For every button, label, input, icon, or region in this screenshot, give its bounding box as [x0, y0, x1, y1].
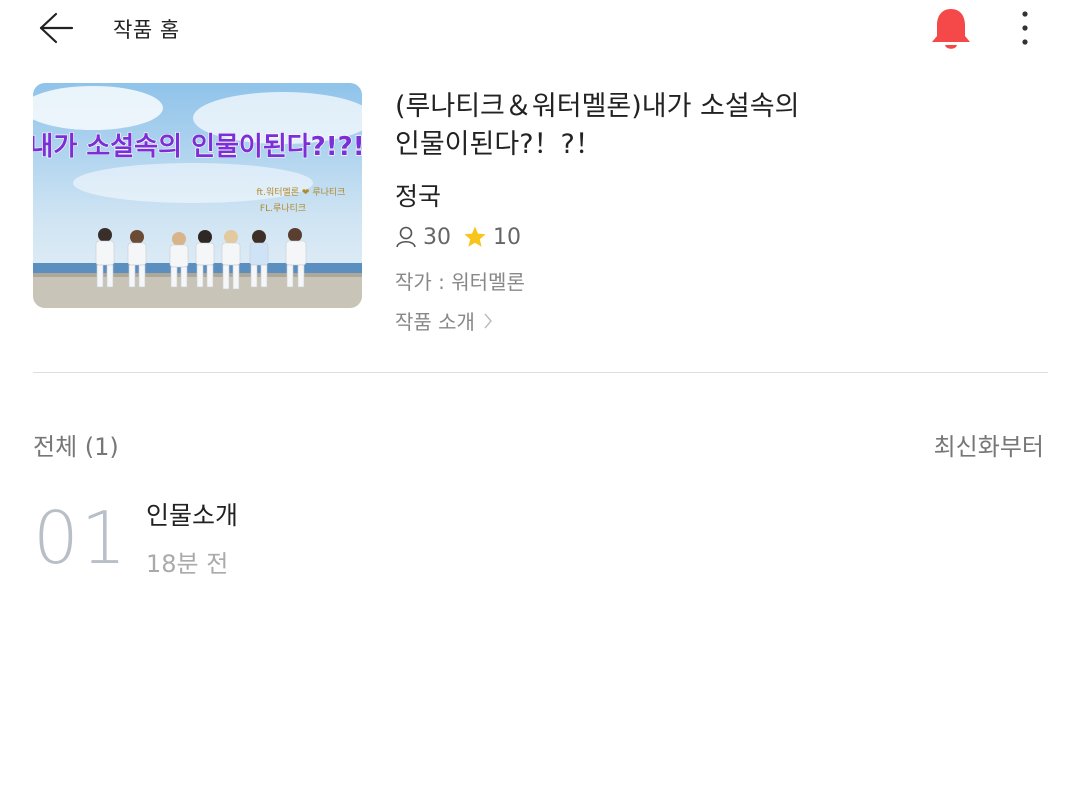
back-button[interactable]: [36, 10, 76, 46]
cover-caption-line1: ft.워터멜론 ❤ 루나티크: [257, 186, 346, 198]
cover-banner-text: 내가 소설속의 인물이된다?!?!: [33, 132, 362, 162]
sort-order-button[interactable]: 최신화부터: [934, 427, 1044, 462]
work-intro-link[interactable]: 작품 소개: [395, 306, 493, 335]
episode-count-label: 전체 (1): [33, 433, 119, 461]
star-icon: [463, 225, 487, 249]
episode-time: 18분 전: [146, 550, 229, 578]
stars-count: 10: [493, 224, 521, 250]
section-divider: [33, 372, 1048, 373]
work-stats: 30 10: [395, 222, 533, 252]
work-hashtag: 정국: [395, 182, 442, 211]
work-home-screen: 작품 홈 내가 소설속의 인물이된다?!?! ft.워터멜론 ❤ 루나티크 FL…: [0, 0, 1080, 810]
more-vertical-icon: [1022, 11, 1028, 45]
episode-row[interactable]: 01 인물소개 18분 전: [33, 490, 1048, 590]
episode-number: 01: [33, 496, 129, 580]
more-options-button[interactable]: [1010, 8, 1040, 48]
episode-title: 인물소개: [146, 501, 239, 530]
work-intro-label: 작품 소개: [395, 310, 475, 334]
chevron-right-icon: [483, 311, 493, 331]
bell-icon: [932, 9, 970, 49]
work-title: (루나티크＆워터멜론)내가 소설속의 인물이된다?！?！: [395, 91, 800, 160]
page-title: 작품 홈: [113, 18, 180, 42]
arrow-left-icon: [39, 12, 74, 44]
author-label: 작가 : 워터멜론: [395, 270, 525, 294]
readers-count: 30: [423, 224, 451, 250]
person-icon: [395, 225, 417, 249]
cover-image[interactable]: 내가 소설속의 인물이된다?!?! ft.워터멜론 ❤ 루나티크 FL.루나티크: [33, 83, 362, 308]
top-bar: 작품 홈: [0, 0, 1080, 60]
subscribe-bell-button[interactable]: [929, 6, 973, 52]
cover-caption-line2: FL.루나티크: [260, 203, 306, 214]
